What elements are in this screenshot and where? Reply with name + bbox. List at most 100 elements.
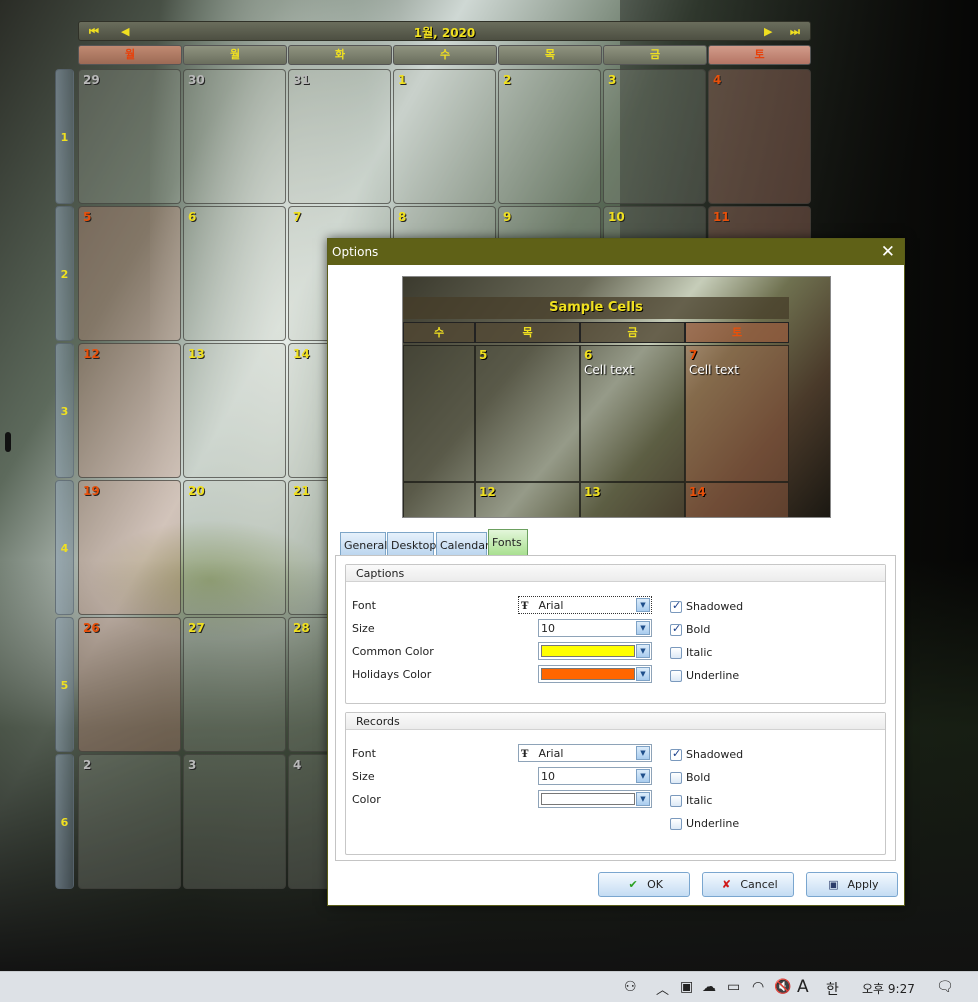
calendar-day-cell[interactable]: 2 [498,69,601,204]
records-color-select[interactable]: ▼ [538,790,652,808]
wifi-icon[interactable]: ◠ [752,979,764,995]
day-number: 8 [398,210,407,224]
volume-muted-icon[interactable]: 🔇 [774,979,791,995]
records-header: Records [346,713,885,730]
day-number: 7 [293,210,302,224]
chevron-down-icon: ▼ [636,621,650,635]
clock[interactable]: 오후 9:27 [862,980,915,997]
ime-mode-indicator[interactable]: A [797,977,809,997]
preview-cell-number: 7 [689,348,698,362]
week-number[interactable]: 3 [55,343,74,478]
records-font-select[interactable]: Ŧ Arial ▼ [518,744,652,762]
day-header: 월 [78,45,182,65]
day-number: 14 [293,347,310,361]
calendar-day-cell[interactable]: 2 [78,754,181,889]
captions-group: Captions Font Ŧ Arial ▼ Size 10 ▼ Common… [345,564,886,704]
ok-button[interactable]: ✔ OK [598,872,690,897]
day-number: 4 [293,758,302,772]
onedrive-icon[interactable]: ☁ [702,979,716,995]
preview-cell-text: Cell text [689,363,739,377]
calendar-day-cell[interactable]: 1 [393,69,496,204]
captions-size-select[interactable]: 10 ▼ [538,619,652,637]
day-number: 2 [503,73,512,87]
day-number: 3 [608,73,617,87]
captions-italic-label: Italic [686,646,713,659]
chevron-down-icon: ▼ [636,746,650,760]
tab-desktop[interactable]: Desktop [387,532,436,555]
chevron-up-icon[interactable]: ︿ [656,979,669,998]
preview-cell: 7 Cell text [685,345,789,482]
day-number: 27 [188,621,205,635]
calendar-day-cell[interactable]: 3 [603,69,706,204]
apply-button[interactable]: ▣ Apply [806,872,898,897]
calendar-day-cell[interactable]: 5 [78,206,181,341]
tab-fonts[interactable]: Fonts [488,529,528,555]
preview-day-header: 금 [580,322,685,343]
day-header: 토 [708,45,811,65]
tab-calendar[interactable]: Calendar [436,532,489,555]
calendar-day-cell[interactable]: 31 [288,69,391,204]
calendar-day-cell[interactable]: 12 [78,343,181,478]
day-header: 목 [498,45,602,65]
preview-day-header: 목 [475,322,580,343]
calendar-day-cell[interactable]: 29 [78,69,181,204]
day-number: 6 [188,210,197,224]
records-italic-label: Italic [686,794,713,807]
week-number[interactable]: 6 [55,754,74,889]
preview-cell: 12 [475,482,580,517]
day-header: 금 [603,45,707,65]
last-month-button[interactable]: ⏭ [790,25,800,39]
calendar-day-cell[interactable]: 13 [183,343,286,478]
records-group: Records Font Ŧ Arial ▼ Size 10 ▼ Color ▼… [345,712,886,855]
day-number: 20 [188,484,205,498]
close-icon[interactable]: ✕ [881,242,895,262]
holidays-color-label: Holidays Color [352,668,432,681]
calendar-day-cell[interactable]: 30 [183,69,286,204]
week-number[interactable]: 5 [55,617,74,752]
captions-font-select[interactable]: Ŧ Arial ▼ [518,596,652,614]
captions-header: Captions [346,565,885,582]
common-color-select[interactable]: ▼ [538,642,652,660]
cross-icon: ✘ [721,878,731,891]
checkbox-checked-icon [670,622,682,636]
next-month-button[interactable]: ▶ [764,25,772,38]
day-number: 2 [83,758,92,772]
holidays-color-select[interactable]: ▼ [538,665,652,683]
records-bold-label: Bold [686,771,711,784]
records-size-select[interactable]: 10 ▼ [538,767,652,785]
cancel-button[interactable]: ✘ Cancel [702,872,794,897]
calendar-day-cell[interactable]: 3 [183,754,286,889]
battery-icon[interactable]: ▭ [727,979,740,995]
captions-size-value: 10 [541,622,555,635]
day-number: 19 [83,484,100,498]
meet-now-icon[interactable]: ▣ [680,979,693,995]
day-number: 3 [188,758,197,772]
calendar-day-cell[interactable]: 26 [78,617,181,752]
checkbox-icon [670,670,682,682]
notifications-icon[interactable]: 🗨 [936,979,954,995]
day-number: 30 [188,73,205,87]
captions-bold-label: Bold [686,623,711,636]
day-number: 26 [83,621,100,635]
calendar-day-cell[interactable]: 4 [708,69,811,204]
records-size-value: 10 [541,770,555,783]
week-number[interactable]: 2 [55,206,74,341]
ok-label: OK [647,878,663,891]
week-number[interactable]: 4 [55,480,74,615]
checkbox-icon [670,795,682,807]
preview-cell-number: 5 [479,348,488,362]
week-number[interactable]: 1 [55,69,74,204]
calendar-day-cell[interactable]: 19 [78,480,181,615]
chevron-down-icon: ▼ [636,598,650,612]
ime-hangul-indicator[interactable]: 한 [826,979,839,999]
day-number: 1 [398,73,407,87]
preview-cell: 14 [685,482,789,517]
dialog-title: Options [332,245,379,259]
calendar-day-cell[interactable]: 6 [183,206,286,341]
preview-cell [403,482,475,517]
calendar-day-cell[interactable]: 20 [183,480,286,615]
people-icon[interactable]: ⚇ [624,979,637,995]
calendar-day-cell[interactable]: 27 [183,617,286,752]
tab-general[interactable]: General [340,532,387,555]
records-underline-label: Underline [686,817,740,830]
